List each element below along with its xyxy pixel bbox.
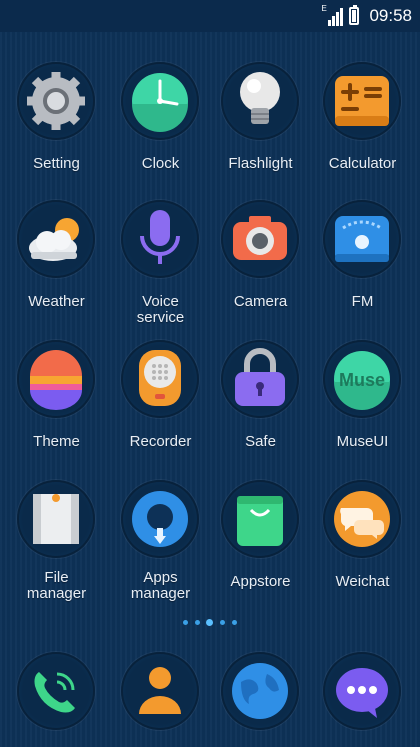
app-label: File manager	[4, 570, 109, 602]
app-label: Appstore	[230, 573, 291, 590]
app-label: Camera	[233, 293, 288, 310]
message-icon	[336, 668, 388, 718]
app-label: Safe	[245, 433, 276, 450]
globe-icon	[232, 663, 288, 719]
download-icon	[132, 491, 188, 547]
network-type: E	[321, 4, 327, 13]
contact-icon	[139, 667, 181, 714]
app-label: Flashlight	[228, 155, 293, 172]
app-label: Setting	[33, 155, 80, 172]
page-dot[interactable]	[220, 620, 225, 625]
app-label: MuseUI	[336, 433, 389, 450]
label-line-1: Apps	[143, 569, 178, 586]
phone-icon	[34, 672, 75, 713]
status-bar: E 09:58	[0, 0, 420, 32]
label-line-1: Voice	[142, 293, 179, 310]
app-label: FM	[351, 293, 374, 310]
signal-icon: E	[321, 4, 344, 26]
app-label: Weichat	[335, 573, 390, 590]
app-label: Theme	[33, 433, 80, 450]
app-label: Calculator	[328, 155, 397, 172]
app-label: Weather	[28, 293, 85, 310]
clock-icon	[132, 73, 188, 132]
app-label: Clock	[141, 155, 180, 172]
folder-icon	[33, 494, 79, 544]
muse-icon-text: Muse	[339, 370, 385, 390]
clock-time: 09:58	[369, 6, 412, 25]
page-indicator	[0, 618, 420, 628]
calculator-icon	[335, 76, 389, 126]
recorder-icon	[139, 350, 181, 406]
chat-icon	[334, 491, 390, 547]
page-dot[interactable]	[195, 620, 200, 625]
label-line-1: File	[44, 569, 69, 586]
page-dot-active[interactable]	[206, 619, 213, 626]
bulb-icon	[240, 72, 280, 124]
label-line-2: manager	[26, 585, 87, 602]
app-label: Recorder	[129, 433, 192, 450]
radio-icon	[335, 216, 389, 262]
theme-icon	[30, 350, 82, 410]
cloud-sun-icon	[29, 218, 79, 261]
shopping-bag-icon	[237, 496, 283, 546]
label-line-2: service	[136, 309, 185, 326]
camera-icon	[233, 216, 287, 260]
app-label: Apps manager	[108, 570, 213, 602]
muse-icon: Muse	[334, 351, 390, 410]
page-dot[interactable]	[183, 620, 188, 625]
page-dot[interactable]	[232, 620, 237, 625]
gear-icon	[27, 72, 85, 130]
label-line-2: manager	[130, 585, 191, 602]
battery-icon	[349, 5, 360, 25]
app-label: Voice service	[108, 294, 213, 326]
lock-icon	[235, 348, 285, 406]
microphone-icon	[140, 210, 180, 264]
